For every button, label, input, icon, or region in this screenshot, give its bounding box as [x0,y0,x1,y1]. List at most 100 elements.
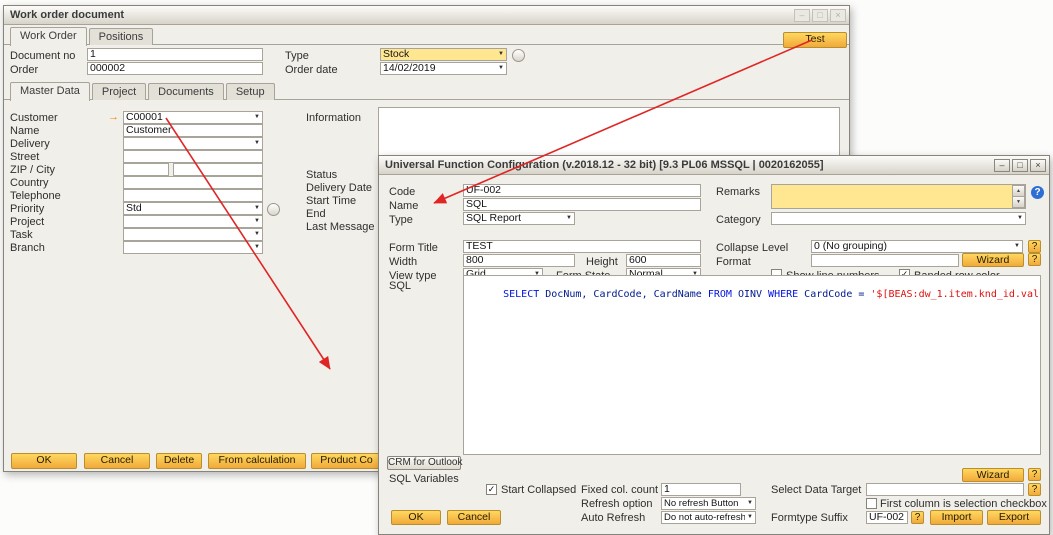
chevron-down-icon[interactable]: ▼ [745,512,753,523]
select-data-target-help-button[interactable]: ? [1028,483,1041,496]
crm-for-outlook-button[interactable]: CRM for Outlook [387,456,461,470]
chevron-down-icon[interactable]: ▼ [252,229,260,240]
city-field[interactable] [173,163,263,176]
sql-editor[interactable]: SELECT DocNum, CardCode, CardName FROM O… [463,275,1041,455]
format-help-button[interactable]: ? [1028,253,1041,266]
collapse-level-label: Collapse Level [716,242,788,254]
chevron-down-icon[interactable]: ▼ [1012,241,1020,252]
type-select[interactable]: Stock ▼ [380,48,507,61]
format-wizard-button[interactable]: Wizard [962,253,1024,267]
link-arrow-icon[interactable]: → [108,112,119,123]
refresh-icon[interactable] [267,203,280,216]
select-data-target-field[interactable] [866,483,1024,496]
format-field[interactable] [811,254,959,267]
ok-button[interactable]: OK [391,510,441,525]
chevron-down-icon[interactable]: ▼ [252,216,260,227]
customer-select[interactable]: C00001 ▼ [123,111,263,124]
help-icon[interactable]: ? [1031,186,1044,199]
spin-down-icon[interactable]: ▼ [1012,196,1025,208]
name-field[interactable]: SQL [463,198,701,211]
export-button[interactable]: Export [987,510,1041,525]
window-controls: – □ × [794,9,846,22]
work-order-titlebar[interactable]: Work order document – □ × [4,6,849,25]
formtype-help-button[interactable]: ? [911,511,924,524]
type-value: SQL Report [466,213,521,224]
chevron-down-icon[interactable]: ▼ [745,498,753,509]
priority-select[interactable]: Std ▼ [123,202,263,215]
code-field[interactable]: UF-002 [463,184,701,197]
category-select[interactable]: ▼ [771,212,1026,225]
tab-project[interactable]: Project [92,83,146,100]
cancel-button[interactable]: Cancel [84,453,150,469]
ok-button[interactable]: OK [11,453,77,469]
document-no-field[interactable]: 1 [87,48,263,61]
formtype-suffix-label: Formtype Suffix [771,512,848,524]
collapse-help-button[interactable]: ? [1028,240,1041,253]
collapse-level-value: 0 (No grouping) [814,241,887,252]
tab-setup[interactable]: Setup [226,83,275,100]
height-label: Height [586,256,618,268]
formtype-suffix-field[interactable]: UF-002 [866,511,908,524]
chevron-down-icon[interactable]: ▼ [252,112,260,123]
category-label: Category [716,214,761,226]
type-value: Stock [383,49,409,60]
telephone-field[interactable] [123,189,263,202]
chevron-down-icon[interactable]: ▼ [252,203,260,214]
height-field[interactable]: 600 [626,254,701,267]
first-column-selection-checkbox[interactable] [866,498,877,509]
close-icon[interactable]: × [1030,159,1046,172]
chevron-down-icon[interactable]: ▼ [564,213,572,224]
test-button[interactable]: Test [783,32,847,48]
start-collapsed-checkbox[interactable]: ✓ [486,484,497,495]
country-field[interactable] [123,176,263,189]
chevron-down-icon[interactable]: ▼ [1015,213,1023,224]
fixed-col-count-field[interactable]: 1 [661,483,741,496]
close-icon[interactable]: × [830,9,846,22]
chevron-down-icon[interactable]: ▼ [252,138,260,149]
refresh-icon[interactable] [512,49,525,62]
customer-value: C00001 [126,112,163,123]
priority-value: Std [126,203,142,214]
maximize-icon[interactable]: □ [1012,159,1028,172]
delete-button[interactable]: Delete [156,453,202,469]
tab-positions[interactable]: Positions [89,28,154,45]
tab-work-order[interactable]: Work Order [10,27,87,46]
sql-variables-help-button[interactable]: ? [1028,468,1041,481]
chevron-down-icon[interactable]: ▼ [496,49,504,60]
width-field[interactable]: 800 [463,254,575,267]
tab-master-data[interactable]: Master Data [10,82,90,101]
cancel-button[interactable]: Cancel [447,510,501,525]
street-field[interactable] [123,150,263,163]
branch-select[interactable]: ▼ [123,241,263,254]
refresh-option-select[interactable]: No refresh Button ▼ [661,497,756,510]
order-date-select[interactable]: 14/02/2019 ▼ [380,62,507,75]
telephone-label: Telephone [10,190,61,202]
type-select[interactable]: SQL Report ▼ [463,212,575,225]
minimize-icon[interactable]: – [794,9,810,22]
chevron-down-icon[interactable]: ▼ [252,242,260,253]
refresh-option-label: Refresh option [581,498,653,510]
form-title-field[interactable]: TEST [463,240,701,253]
order-date-value: 14/02/2019 [383,63,436,74]
uf-config-titlebar[interactable]: Universal Function Configuration (v.2018… [379,156,1049,175]
remarks-field[interactable] [771,184,1026,209]
document-no-label: Document no [10,50,75,62]
task-select[interactable]: ▼ [123,228,263,241]
from-calculation-button[interactable]: From calculation [208,453,306,469]
order-no-field[interactable]: 000002 [87,62,263,75]
name-field[interactable]: Customer [123,124,263,137]
minimize-icon[interactable]: – [994,159,1010,172]
delivery-label: Delivery [10,138,50,150]
chevron-down-icon[interactable]: ▼ [496,63,504,74]
product-configurator-button[interactable]: Product Co [311,453,382,469]
maximize-icon[interactable]: □ [812,9,828,22]
zip-field[interactable] [123,163,169,176]
sql-variables-wizard-button[interactable]: Wizard [962,468,1024,482]
auto-refresh-select[interactable]: Do not auto-refresh ▼ [661,511,756,524]
delivery-select[interactable]: ▼ [123,137,263,150]
tab-documents[interactable]: Documents [148,83,224,100]
collapse-level-select[interactable]: 0 (No grouping) ▼ [811,240,1023,253]
main-tabstrip: Work Order Positions [10,28,153,46]
project-select[interactable]: ▼ [123,215,263,228]
import-button[interactable]: Import [930,510,983,525]
